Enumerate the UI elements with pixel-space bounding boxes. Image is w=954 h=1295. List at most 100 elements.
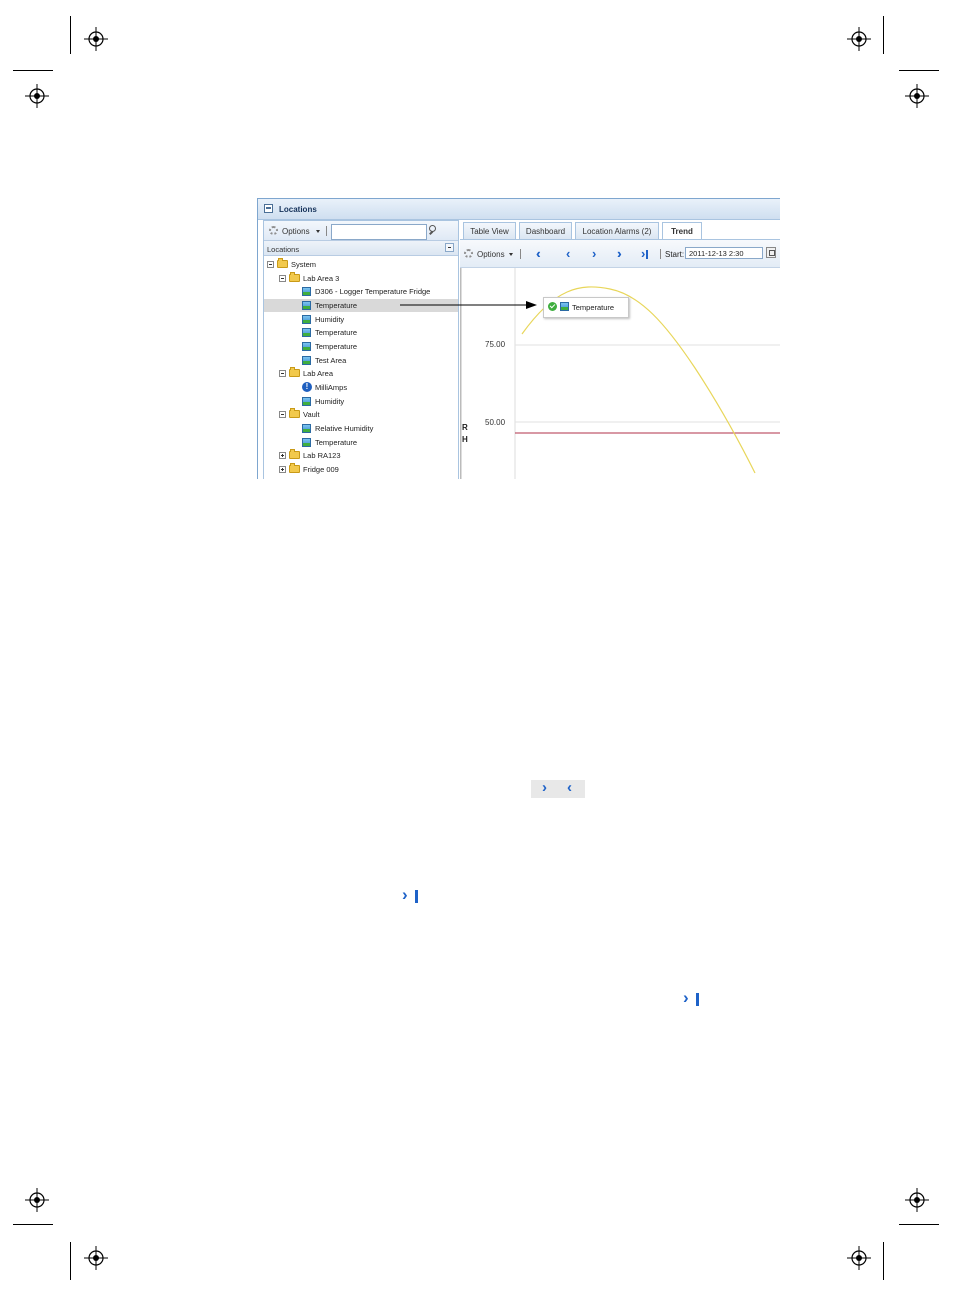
caret-down-icon (509, 253, 513, 256)
folder-open-icon (289, 272, 300, 282)
y-axis-label: R (462, 423, 468, 432)
toolbar-separator (520, 249, 521, 259)
sensor-icon (302, 342, 311, 351)
trend-toolbar: Options ‹‹ ‹ › ›› › Start: 2011-12-13 2:… (460, 240, 780, 268)
tab-dashboard[interactable]: Dashboard (519, 222, 572, 239)
sensor-icon (302, 287, 311, 296)
gear-icon (269, 226, 278, 235)
tree-node-fridge-009[interactable]: Fridge 009 (264, 463, 458, 476)
tree-node-lab-area-3[interactable]: Lab Area 3 (264, 272, 458, 285)
tree-node-humidity[interactable]: Humidity (264, 313, 458, 326)
window-title: Locations (279, 205, 317, 214)
tree-node-label: Fridge 009 (303, 465, 339, 474)
caret-down-icon (316, 230, 320, 233)
chevron-left-icon: ‹ (567, 779, 572, 796)
tree-node-temperature[interactable]: Temperature (264, 436, 458, 449)
sensor-icon (302, 328, 311, 337)
gear-icon (464, 249, 473, 258)
locations-header-title: Locations (267, 245, 300, 254)
tree-node-temperature[interactable]: Temperature (264, 340, 458, 353)
skip-to-end-icon[interactable]: › (641, 246, 649, 261)
folder-open-icon (289, 367, 300, 377)
y-tick-label: 50.00 (485, 418, 506, 427)
tree-node-humidity[interactable]: Humidity (264, 395, 458, 408)
sensor-icon (560, 302, 569, 311)
tree-node-label: Lab RA123 (303, 451, 341, 460)
tree-node-vault[interactable]: Vault (264, 408, 458, 421)
tree-node-label: System (291, 260, 317, 269)
tree-node-label: Temperature (315, 328, 358, 337)
collapse-panel-button[interactable] (445, 243, 454, 252)
folder-icon (289, 463, 300, 473)
options-label: Options (282, 227, 310, 236)
registration-mark-icon (84, 1246, 108, 1270)
y-tick-label: 75.00 (485, 340, 506, 349)
tree-node-label: MilliAmps (315, 383, 348, 392)
sensor-icon (302, 424, 311, 433)
tree-node-d306-logger[interactable]: D306 - Logger Temperature Fridge (264, 285, 458, 298)
locations-panel: Options Locations System Lab Area 3 D306… (263, 220, 459, 479)
window-icon (264, 204, 273, 213)
dragged-sensor-tooltip: Temperature (543, 297, 629, 318)
trend-panel: Table View Dashboard Location Alarms (2)… (460, 220, 780, 479)
registration-mark-icon (25, 1188, 49, 1212)
tab-location-alarms[interactable]: Location Alarms (2) (575, 222, 659, 239)
registration-mark-icon (84, 27, 108, 51)
double-chevron-right-icon[interactable]: ›› (617, 246, 620, 261)
locations-window: Locations Options Locations System Lab A… (257, 198, 780, 479)
tree-node-lab-ra123[interactable]: Lab RA123 (264, 449, 458, 462)
tree-node-system[interactable]: System (264, 258, 458, 271)
tree-node-label: Lab Area 3 (303, 274, 340, 283)
sensor-icon (302, 315, 311, 324)
sensor-icon (302, 301, 311, 310)
tree-node-temperature-selected[interactable]: Temperature (264, 299, 458, 312)
collapse-toggle-icon[interactable] (279, 370, 286, 377)
tree-node-label: Temperature (315, 301, 358, 310)
tree-node-label: Vault (303, 410, 320, 419)
location-search-input[interactable] (331, 224, 427, 240)
tree-node-temperature[interactable]: Temperature (264, 326, 458, 339)
options-menu-button[interactable]: Options (266, 223, 324, 238)
tree-node-label: Lab Area (303, 369, 334, 378)
skip-to-end-icon: › (402, 885, 422, 906)
collapse-toggle-icon[interactable] (267, 261, 274, 268)
folder-open-icon (289, 408, 300, 418)
chevron-right-icon[interactable]: › (592, 246, 596, 261)
calendar-icon[interactable] (766, 247, 776, 258)
tree-node-label: Humidity (315, 315, 345, 324)
registration-mark-icon (905, 84, 929, 108)
y-axis-label: H (462, 435, 468, 444)
tab-table-view[interactable]: Table View (463, 222, 516, 239)
locations-toolbar: Options (264, 221, 458, 241)
tree-node-milliamps[interactable]: ! MilliAmps (264, 381, 458, 394)
toolbar-separator (326, 226, 327, 236)
chevron-left-icon[interactable]: ‹ (566, 246, 570, 261)
folder-open-icon (277, 258, 288, 268)
start-date-input[interactable]: 2011-12-13 2:30 (685, 247, 763, 259)
alarm-icon: ! (302, 382, 312, 392)
drag-arrow (400, 301, 537, 309)
sensor-icon (302, 397, 311, 406)
tree-node-label: Temperature (315, 342, 358, 351)
tab-trend[interactable]: Trend (662, 222, 702, 239)
check-status-icon (548, 302, 557, 311)
tree-node-relative-humidity[interactable]: Relative Humidity (264, 422, 458, 435)
tree-node-test-area[interactable]: Test Area (264, 354, 458, 367)
search-icon[interactable] (426, 223, 440, 237)
sensor-icon (302, 356, 311, 365)
expand-toggle-icon[interactable] (279, 466, 286, 473)
registration-mark-icon (905, 1188, 929, 1212)
registration-mark-icon (25, 84, 49, 108)
collapse-toggle-icon[interactable] (279, 411, 286, 418)
start-label: Start: (665, 250, 685, 259)
tree-node-lab-area[interactable]: Lab Area (264, 367, 458, 380)
tree-node-label: Temperature (315, 438, 358, 447)
collapse-toggle-icon[interactable] (279, 275, 286, 282)
tooltip-label: Temperature (572, 303, 615, 312)
registration-mark-icon (847, 1246, 871, 1270)
tree-node-label: Humidity (315, 397, 345, 406)
double-chevron-left-icon[interactable]: ‹‹ (536, 246, 539, 261)
expand-toggle-icon[interactable] (279, 452, 286, 459)
window-titlebar: Locations (258, 199, 780, 220)
trend-options-menu-button[interactable]: Options (462, 246, 516, 261)
